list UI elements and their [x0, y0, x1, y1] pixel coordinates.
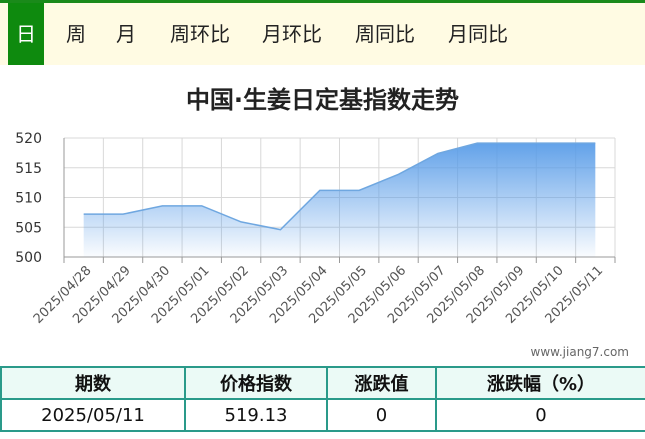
latest-index-table: 期数 价格指数 涨跌值 涨跌幅（%） 2025/05/11 519.13 0 0: [0, 366, 645, 432]
table-header-row: 期数 价格指数 涨跌值 涨跌幅（%）: [0, 366, 645, 400]
header-change-percent: 涨跌幅（%）: [435, 366, 645, 400]
cell-period: 2025/05/11: [0, 398, 186, 432]
header-change-value: 涨跌值: [326, 366, 437, 400]
cell-price-index: 519.13: [184, 398, 328, 432]
cell-change-value: 0: [326, 398, 437, 432]
y-tick-label: 505: [15, 220, 42, 236]
header-price-index: 价格指数: [184, 366, 328, 400]
y-tick-label: 510: [15, 191, 42, 207]
table-row: 2025/05/11 519.13 0 0: [0, 398, 645, 432]
y-tick-label: 500: [15, 250, 42, 266]
site-watermark: www.jiang7.com: [530, 345, 629, 359]
y-tick-label: 515: [15, 161, 42, 177]
index-area-chart: 500505510515520 2025/04/282025/04/292025…: [15, 131, 616, 327]
cell-change-percent: 0: [435, 398, 645, 432]
y-tick-label: 520: [15, 131, 42, 147]
header-period: 期数: [0, 366, 186, 400]
